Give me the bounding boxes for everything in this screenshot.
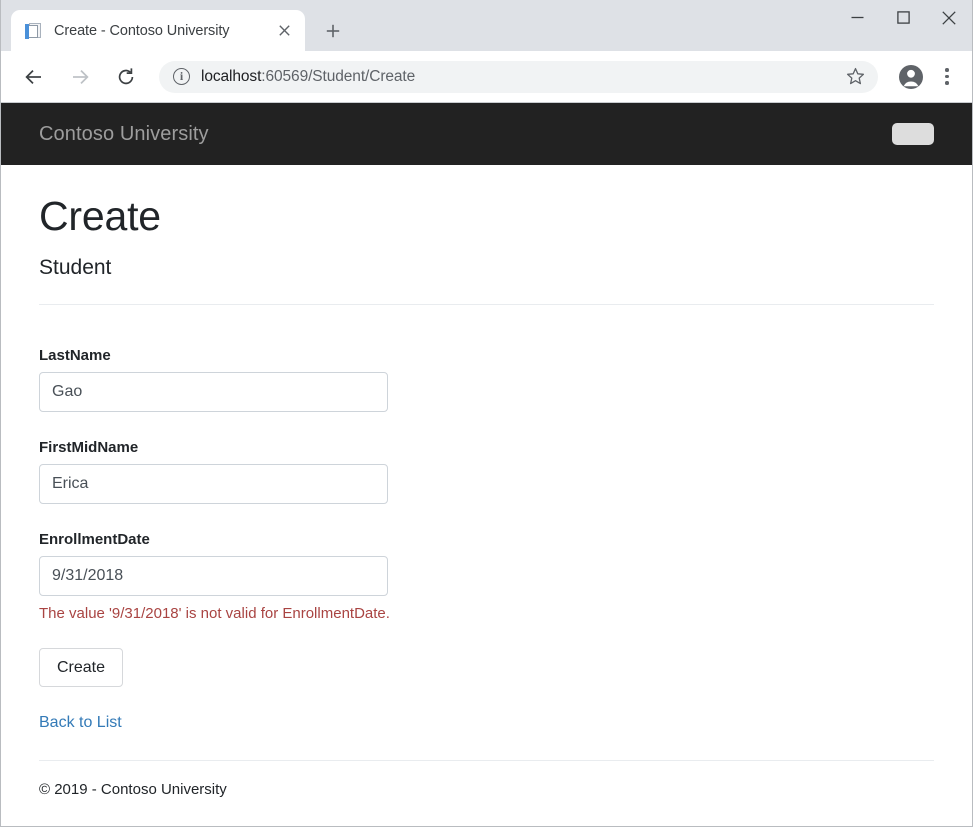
browser-tab[interactable]: Create - Contoso University	[11, 10, 305, 51]
profile-avatar-icon[interactable]	[894, 60, 928, 94]
site-info-icon[interactable]: i	[173, 68, 190, 85]
form-group-firstmidname: FirstMidName	[39, 439, 934, 504]
label-lastname: LastName	[39, 347, 934, 364]
address-bar[interactable]: i localhost:60569/Student/Create	[159, 61, 878, 93]
footer-divider	[39, 760, 934, 761]
site-navbar: Contoso University	[1, 103, 972, 165]
tab-title: Create - Contoso University	[54, 23, 266, 39]
close-tab-icon[interactable]	[272, 19, 296, 43]
forward-icon[interactable]	[63, 60, 97, 94]
url-host: localhost	[201, 68, 261, 85]
input-firstmidname[interactable]	[39, 464, 388, 504]
page-viewport: Contoso University Create Student LastNa…	[1, 103, 972, 826]
header-divider	[39, 304, 934, 305]
input-enrollmentdate[interactable]	[39, 556, 388, 596]
back-to-list-link[interactable]: Back to List	[39, 714, 122, 731]
tab-strip: Create - Contoso University	[1, 0, 972, 51]
page-title: Create	[39, 193, 934, 240]
window-controls	[834, 0, 972, 35]
close-window-icon[interactable]	[926, 0, 972, 35]
browser-toolbar: i localhost:60569/Student/Create	[1, 51, 972, 103]
bookmark-star-icon[interactable]	[840, 62, 870, 92]
new-tab-button[interactable]	[317, 15, 349, 47]
input-lastname[interactable]	[39, 372, 388, 412]
reload-icon[interactable]	[109, 60, 143, 94]
page-subtitle: Student	[39, 256, 934, 280]
back-link-wrapper: Back to List	[39, 714, 934, 732]
page-container: Create Student LastName FirstMidName Enr…	[1, 193, 972, 798]
label-firstmidname: FirstMidName	[39, 439, 934, 456]
create-submit-button[interactable]: Create	[39, 648, 123, 687]
label-enrollmentdate: EnrollmentDate	[39, 531, 934, 548]
form-group-enrollmentdate: EnrollmentDate The value '9/31/2018' is …	[39, 531, 934, 622]
url-text: localhost:60569/Student/Create	[201, 68, 415, 86]
browser-window: Create - Contoso University	[0, 0, 973, 827]
form-group-lastname: LastName	[39, 347, 934, 412]
navbar-toggler-button[interactable]	[892, 123, 934, 145]
browser-menu-icon[interactable]	[932, 60, 962, 94]
url-path: :60569/Student/Create	[261, 68, 415, 85]
minimize-icon[interactable]	[834, 0, 880, 35]
site-brand[interactable]: Contoso University	[39, 123, 209, 146]
back-icon[interactable]	[17, 60, 51, 94]
validation-error-message: The value '9/31/2018' is not valid for E…	[39, 605, 934, 622]
maximize-icon[interactable]	[880, 0, 926, 35]
footer-copyright: © 2019 - Contoso University	[39, 781, 934, 798]
create-student-form: LastName FirstMidName EnrollmentDate The…	[39, 347, 934, 687]
document-icon	[25, 22, 43, 40]
